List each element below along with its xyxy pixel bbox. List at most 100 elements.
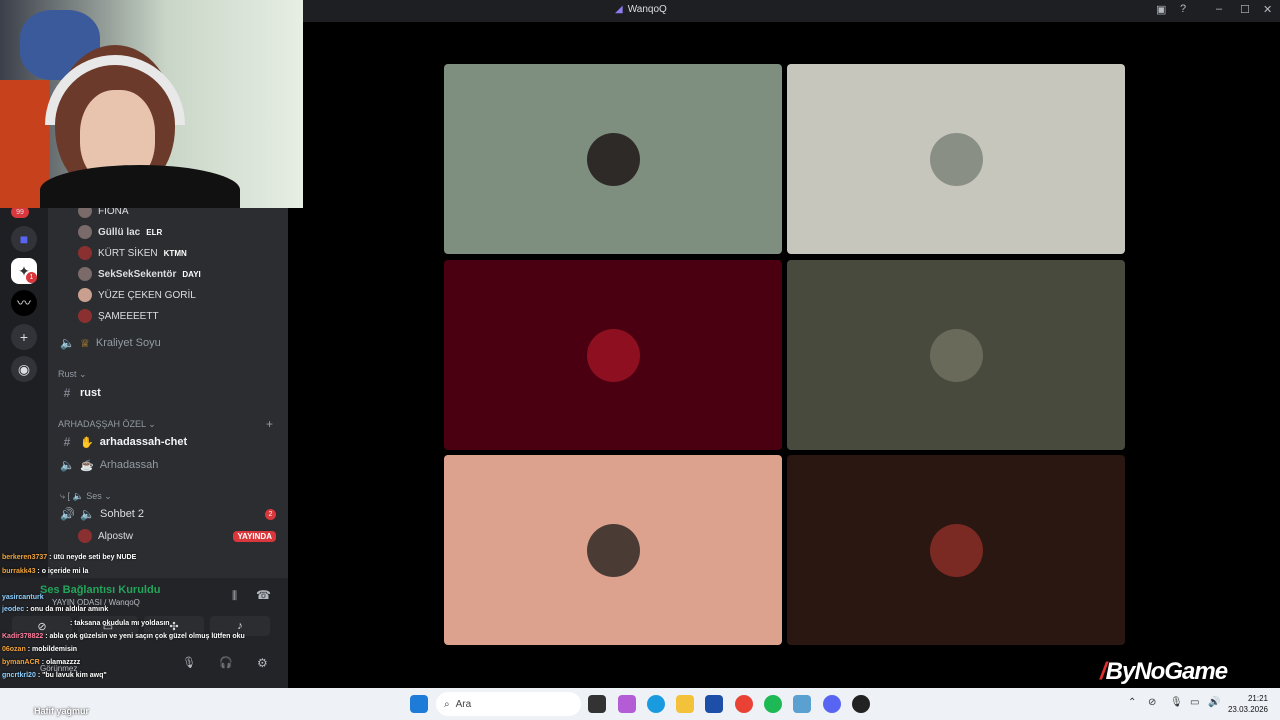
display-icon[interactable]: ▭: [1190, 697, 1199, 708]
user-avatar: [587, 133, 640, 186]
chat-user: gncrtkrl20: [2, 672, 36, 679]
edge-icon[interactable]: [647, 695, 665, 713]
voice-member[interactable]: ŞAMEEEETT: [78, 308, 159, 324]
store-icon[interactable]: [705, 695, 723, 713]
copilot-icon[interactable]: [618, 695, 636, 713]
live-badge: YAYINDA: [233, 531, 276, 542]
noise-icon[interactable]: ⫼: [232, 590, 237, 603]
start-icon[interactable]: [410, 695, 428, 713]
avatar: [78, 309, 92, 323]
voice-member[interactable]: Alpostw: [78, 528, 133, 544]
user-avatar: [930, 329, 983, 382]
volume-icon[interactable]: 🔊: [1208, 697, 1220, 708]
chat-user: yasircanturk: [2, 594, 44, 601]
video-stage: [303, 22, 1280, 688]
voice-member[interactable]: FIONA: [78, 208, 129, 219]
video-tile[interactable]: [787, 64, 1125, 254]
app-logo-icon: ◢: [615, 4, 623, 15]
member-tag: KTMN: [163, 248, 187, 258]
chat-message: berkeren3737 : ütü neyde seti bey NUDE: [2, 552, 136, 563]
chevron-up-icon[interactable]: ⌃: [1128, 697, 1136, 708]
headphones-icon[interactable]: 🎧: [219, 656, 233, 669]
avatar: [78, 208, 92, 218]
voice-member[interactable]: KÜRT SİKEN KTMN: [78, 245, 187, 261]
chat-message: burrakk43 : o içeride mi la: [2, 566, 88, 577]
text-channel-rust[interactable]: # rust: [60, 384, 280, 402]
hand-icon: ✋: [80, 436, 94, 449]
crown-icon: ♕: [80, 337, 90, 350]
chat-user: berkeren3737: [2, 554, 48, 561]
video-tile[interactable]: [444, 260, 782, 450]
chat-user: Kadir378822: [2, 633, 44, 640]
add-server-icon[interactable]: +: [11, 324, 37, 350]
chrome-icon[interactable]: [735, 695, 753, 713]
chat-text: : taksana okudula mı yoldasın: [70, 620, 170, 627]
chat-text: : mobildemisin: [27, 646, 78, 653]
chat-text: Hafif yağmur: [34, 706, 90, 716]
discover-icon[interactable]: ◉: [11, 356, 37, 382]
settings-icon[interactable]: ⚙: [257, 656, 268, 670]
avatar: [78, 288, 92, 302]
mic-icon[interactable]: 🎙: [182, 656, 196, 669]
chat-text: : ütü neyde seti bey NUDE: [49, 554, 137, 561]
category-rust[interactable]: Rust ⌄: [58, 369, 87, 380]
spotify-icon[interactable]: [764, 695, 782, 713]
member-tag: DAYI: [182, 269, 201, 279]
chat-text: : olamazzzz: [41, 659, 81, 666]
channel-name: rust: [80, 387, 101, 399]
window-title-text: WanqoQ: [627, 4, 667, 15]
cup-icon: ☕: [80, 459, 94, 472]
voice-member[interactable]: YÜZE ÇEKEN GORİL: [78, 287, 196, 303]
member-name: Alpostw: [98, 530, 134, 542]
clock[interactable]: 21:21 23.03.2026: [1228, 693, 1268, 715]
folder-icon[interactable]: ■: [11, 226, 37, 252]
server-icon[interactable]: 〰: [11, 290, 37, 316]
clock-time: 21:21: [1247, 694, 1268, 703]
chat-user: 06ozan: [2, 646, 26, 653]
voice-channel-kraliyet[interactable]: 🔈 ♕ Kraliyet Soyu: [60, 334, 280, 352]
category-label: Rust: [58, 369, 77, 379]
minimize-button[interactable]: –: [1216, 3, 1222, 15]
category-arkadas[interactable]: ARHADAŞŞAH ÖZEL ⌄: [58, 419, 156, 430]
obs-icon[interactable]: [852, 695, 870, 713]
chat-text: : "bu lavuk kim awq": [37, 672, 107, 679]
voice-channel-sohbet[interactable]: 🔊 🔈 Sohbet 2: [60, 505, 280, 523]
user-avatar: [930, 524, 983, 577]
video-tile[interactable]: [787, 455, 1125, 645]
hash-icon: #: [63, 435, 71, 449]
network-off-icon[interactable]: ⊘: [1148, 697, 1156, 708]
voice-member[interactable]: SekSekSekentör DAYI: [78, 266, 201, 282]
webcam-overlay: [0, 0, 303, 208]
video-tile[interactable]: [444, 64, 782, 254]
chat-message: gncrtkrl20 : "bu lavuk kim awq": [2, 670, 107, 681]
task-view-icon[interactable]: [588, 695, 606, 713]
file-explorer-icon[interactable]: [676, 695, 694, 713]
video-tile[interactable]: [787, 260, 1125, 450]
discord-icon[interactable]: [823, 695, 841, 713]
help-icon[interactable]: ?: [1180, 3, 1186, 15]
clock-date: 23.03.2026: [1227, 705, 1268, 714]
speaker-icon: 🔈: [60, 336, 75, 350]
disconnect-icon[interactable]: ☎: [256, 588, 271, 602]
chat-text: : abla çok güzelsin ve yeni saçın çok gü…: [45, 633, 245, 640]
chat-user: jeodec: [2, 606, 25, 613]
maximize-button[interactable]: ☐: [1240, 3, 1250, 16]
voice-member[interactable]: Güllü lac ELR: [78, 224, 162, 240]
video-tile[interactable]: [444, 455, 782, 645]
close-button[interactable]: ✕: [1263, 3, 1272, 16]
voice-channel-arhadassah[interactable]: 🔈 ☕ Arhadassah: [60, 456, 280, 474]
category-label: Ses: [86, 491, 102, 501]
channel-name: Kraliyet Soyu: [95, 337, 161, 349]
text-channel-chat[interactable]: # ✋ arhadassah-chet: [60, 433, 280, 451]
hash-icon: #: [63, 386, 71, 400]
taskbar: ⌕ Ara ⌃ ⊘ 🎙 ▭ 🔊 21:21 23.03.2026: [0, 688, 1280, 720]
member-name: FIONA: [98, 208, 129, 217]
member-name: Güllü lac: [98, 226, 141, 238]
add-channel-icon[interactable]: +: [266, 417, 273, 431]
watermark-logo: /ByNoGame: [1100, 658, 1228, 686]
screen-share-icon[interactable]: ▣: [1156, 3, 1166, 16]
search-box[interactable]: ⌕ Ara: [436, 692, 581, 716]
app-icon[interactable]: [793, 695, 811, 713]
mic-tray-icon[interactable]: 🎙: [1170, 697, 1183, 708]
category-ses[interactable]: ⤷ [ 🔈 Ses ⌄: [60, 491, 112, 502]
